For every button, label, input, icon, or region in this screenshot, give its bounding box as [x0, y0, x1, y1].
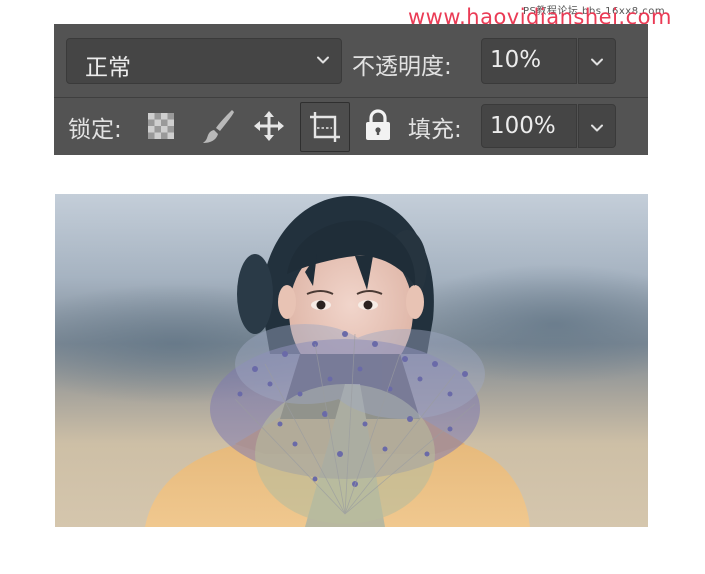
chevron-down-icon: [588, 53, 606, 71]
blend-mode-select[interactable]: 正常: [66, 38, 342, 84]
blend-mode-value: 正常: [85, 55, 131, 81]
padlock-icon[interactable]: [365, 109, 391, 141]
artboard-crop-icon[interactable]: [308, 110, 342, 144]
fill-label: 填充:: [408, 117, 462, 143]
chevron-down-icon: [588, 119, 606, 137]
chevron-down-icon: [315, 52, 331, 68]
fill-dropdown-button[interactable]: [578, 104, 616, 148]
move-arrows-icon[interactable]: [252, 109, 286, 143]
brush-icon[interactable]: [202, 108, 236, 144]
lock-label: 锁定:: [68, 117, 122, 143]
lock-fill-row: 锁定: 填充: 100%: [54, 98, 648, 155]
opacity-dropdown-button[interactable]: [578, 38, 616, 84]
opacity-value: 10%: [490, 47, 542, 73]
fill-value: 100%: [490, 113, 556, 139]
opacity-label: 不透明度:: [352, 54, 452, 80]
layers-options-panel: 正常 不透明度: 10% 锁定: 填充: 100%: [54, 24, 648, 155]
fill-field[interactable]: 100%: [481, 104, 577, 148]
photo-woman-with-lavender: [55, 194, 648, 527]
blend-opacity-row: 正常 不透明度: 10%: [54, 24, 648, 97]
transparency-grid-icon[interactable]: [148, 113, 174, 139]
opacity-field[interactable]: 10%: [481, 38, 577, 84]
